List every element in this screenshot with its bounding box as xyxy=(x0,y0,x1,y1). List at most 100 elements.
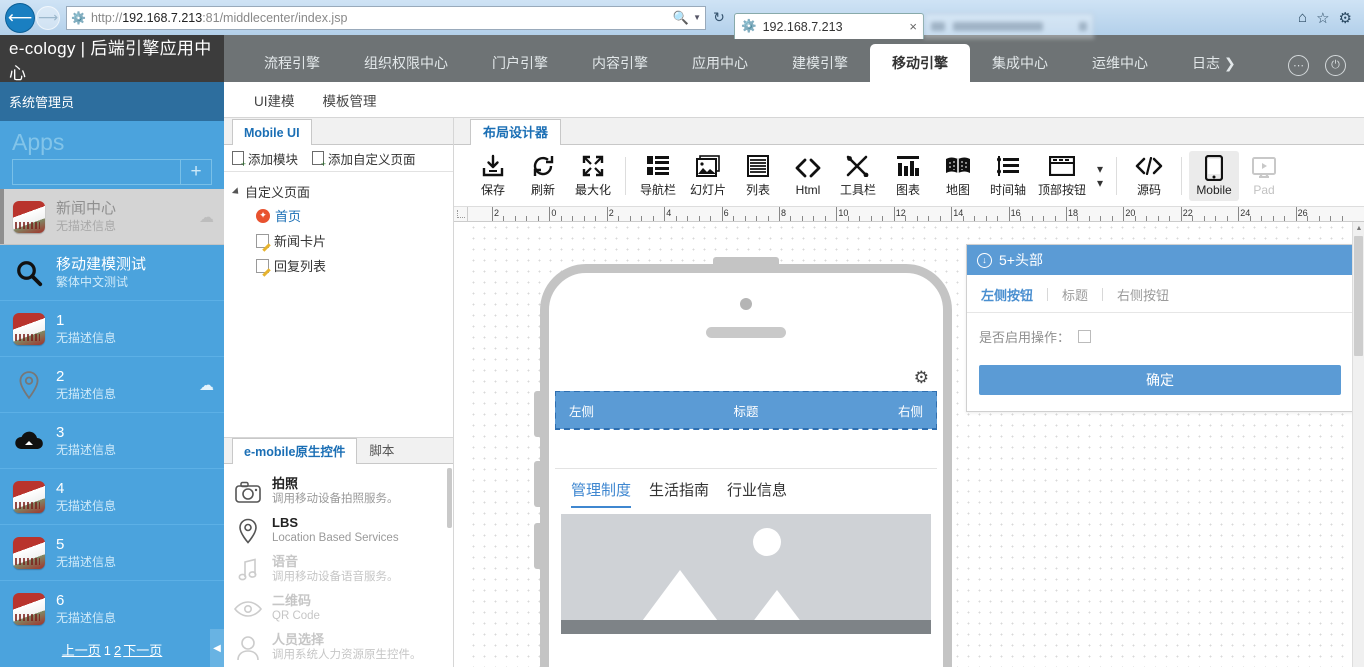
preview-tab-management[interactable]: 管理制度 xyxy=(571,479,632,508)
tab-title[interactable]: 标题 xyxy=(1048,285,1102,304)
device-mobile-button[interactable]: Mobile xyxy=(1189,150,1239,201)
star-icon[interactable]: ☆ xyxy=(1316,9,1329,27)
top-button-widget-button[interactable]: 顶部按钮 xyxy=(1033,149,1091,202)
add-module-button[interactable]: 添加模块 xyxy=(232,149,298,169)
tree-root-node[interactable]: 自定义页面 xyxy=(231,180,453,203)
list-item[interactable]: 1 无描述信息 xyxy=(0,301,224,357)
home-icon[interactable]: ⌂ xyxy=(1298,9,1307,26)
tab-mobile-ui[interactable]: Mobile UI xyxy=(232,119,312,145)
scroll-up-arrow[interactable]: ▲ xyxy=(1353,222,1364,234)
enable-operation-checkbox[interactable] xyxy=(1078,330,1092,343)
widget-camera[interactable]: 拍照 调用移动设备拍照服务。 xyxy=(224,472,453,511)
chevron-double-down-icon[interactable]: ▾ ▾ xyxy=(1091,162,1109,190)
list-item[interactable]: 2 无描述信息 ☁ xyxy=(0,357,224,413)
chevron-right-icon[interactable]: ❯ xyxy=(1224,44,1236,82)
design-canvas[interactable]: ⚙ 左侧 标题 右侧 管理制度 生活指南 行业信息 ↓ 5+头部 左侧按钮 标题… xyxy=(468,222,1364,667)
tab-script[interactable]: 脚本 xyxy=(357,437,406,463)
confirm-button[interactable]: 确定 xyxy=(979,365,1341,395)
subnav-tab-template-mgmt[interactable]: 模板管理 xyxy=(309,90,391,110)
browser-tab-active[interactable]: ⚙️ 192.168.7.213 × xyxy=(734,13,924,39)
widget-list-scrollbar[interactable] xyxy=(446,464,453,667)
forward-arrow-icon[interactable]: ⟶ xyxy=(36,5,60,30)
nav-tab-jicheng[interactable]: 集成中心 xyxy=(970,44,1070,82)
widget-lbs[interactable]: LBS Location Based Services xyxy=(224,511,453,550)
preview-tab-life-guide[interactable]: 生活指南 xyxy=(649,479,709,508)
chart-widget-button[interactable]: 图表 xyxy=(883,149,933,202)
caret-down-icon[interactable] xyxy=(231,186,242,197)
cloud-upload-icon[interactable]: ☁ xyxy=(199,208,214,226)
add-app-button[interactable]: + xyxy=(180,159,212,185)
nav-tab-neirong[interactable]: 内容引擎 xyxy=(570,44,670,82)
cloud-upload-icon[interactable]: ☁ xyxy=(199,376,214,394)
nav-tab-rizhi[interactable]: 日志 xyxy=(1170,44,1224,82)
tab-favicon-placeholder xyxy=(931,22,945,31)
nav-tab-yunwei[interactable]: 运维中心 xyxy=(1070,44,1170,82)
next-page-link[interactable]: 下一页 xyxy=(123,643,162,658)
browser-tab-inactive[interactable] xyxy=(924,13,1094,39)
nav-tab-jianmo[interactable]: 建模引擎 xyxy=(770,44,870,82)
list-item[interactable]: 3 无描述信息 xyxy=(0,413,224,469)
add-custom-page-button[interactable]: 添加自定义页面 xyxy=(312,149,416,169)
tab-left-button[interactable]: 左侧按钮 xyxy=(979,285,1047,304)
nav-tab-yingyong[interactable]: 应用中心 xyxy=(670,44,770,82)
close-icon[interactable]: × xyxy=(909,19,917,34)
toolbar-widget-button[interactable]: 工具栏 xyxy=(833,149,883,202)
refresh-icon[interactable]: ↻ xyxy=(708,9,730,26)
preview-tab-industry-info[interactable]: 行业信息 xyxy=(727,479,787,508)
tab-native-widgets[interactable]: e-mobile原生控件 xyxy=(232,438,358,464)
image-placeholder-icon[interactable] xyxy=(561,514,931,634)
tree-item-news-card[interactable]: 新闻卡片 xyxy=(234,228,453,253)
subnav-tab-ui-modeling[interactable]: UI建模 xyxy=(240,90,309,110)
main-content: 流程引擎 组织权限中心 门户引擎 内容引擎 应用中心 建模引擎 移动引擎 集成中… xyxy=(224,35,1364,667)
page-1[interactable]: 1 xyxy=(104,643,111,658)
add-custom-page-label: 添加自定义页面 xyxy=(328,152,416,167)
back-arrow-icon[interactable]: ⟵ xyxy=(6,3,34,32)
nav-tab-menhu[interactable]: 门户引擎 xyxy=(470,44,570,82)
refresh-button[interactable]: 刷新 xyxy=(518,149,568,202)
tree-item-home[interactable]: ✦ 首页 xyxy=(234,203,453,228)
tab-layout-designer[interactable]: 布局设计器 xyxy=(470,119,562,145)
preview-header-bar[interactable]: 左侧 标题 右侧 xyxy=(555,391,937,430)
preview-empty-block[interactable] xyxy=(555,429,937,469)
maximize-button[interactable]: 最大化 xyxy=(568,149,618,202)
gear-icon[interactable]: ⚙ xyxy=(1339,9,1352,27)
list-item[interactable]: 移动建模测试 繁体中文测试 xyxy=(0,245,224,301)
tree-item-reply-list[interactable]: 回复列表 xyxy=(234,253,453,278)
nav-tab-yidong[interactable]: 移动引擎 xyxy=(870,44,970,82)
phone-speaker xyxy=(706,327,786,338)
html-widget-button[interactable]: Html xyxy=(783,151,833,201)
download-circle-icon[interactable]: ↓ xyxy=(977,252,992,268)
phone-side-button xyxy=(534,523,540,569)
source-code-button[interactable]: 源码 xyxy=(1124,149,1174,202)
nav-tab-liucheng[interactable]: 流程引擎 xyxy=(242,44,342,82)
tab-right-button[interactable]: 右侧按钮 xyxy=(1103,285,1183,304)
gear-icon[interactable]: ⚙ xyxy=(914,368,929,388)
apps-title: Apps xyxy=(12,129,65,155)
chevron-left-icon[interactable]: ◀ xyxy=(210,629,224,667)
properties-body: 是否启用操作： 确定 xyxy=(967,313,1353,411)
power-icon[interactable]: ⏻ xyxy=(1325,55,1346,76)
ellipsis-icon[interactable]: ⋯ xyxy=(1288,55,1309,76)
list-item[interactable]: 6 无描述信息 xyxy=(0,581,224,630)
scroll-thumb[interactable] xyxy=(1354,236,1363,356)
list-item[interactable]: 4 无描述信息 xyxy=(0,469,224,525)
apps-search-row: + xyxy=(12,159,212,185)
timeline-widget-button[interactable]: 时间轴 xyxy=(983,149,1033,202)
header-right-label: 右侧 xyxy=(897,404,923,419)
map-widget-button[interactable]: 地图 xyxy=(933,149,983,202)
address-bar[interactable]: ⚙️ http://192.168.7.213:81/middlecenter/… xyxy=(66,5,706,30)
apps-search-input[interactable] xyxy=(12,159,180,185)
list-item[interactable]: 5 无描述信息 xyxy=(0,525,224,581)
magnifier-icon[interactable]: 🔍 xyxy=(673,10,689,26)
page-2-link[interactable]: 2 xyxy=(114,643,121,658)
chevron-down-icon[interactable]: ▼ xyxy=(693,13,701,22)
canvas-scrollbar[interactable]: ▲ xyxy=(1352,222,1364,667)
slideshow-widget-button[interactable]: 幻灯片 xyxy=(683,149,733,202)
list-widget-button[interactable]: 列表 xyxy=(733,149,783,202)
prev-page-link[interactable]: 上一页 xyxy=(62,643,101,658)
save-button[interactable]: 保存 xyxy=(468,149,518,202)
navbar-widget-button[interactable]: 导航栏 xyxy=(633,149,683,202)
application-window: ⟵ ⟶ ⚙️ http://192.168.7.213:81/middlecen… xyxy=(0,0,1364,667)
list-item[interactable]: 新闻中心 无描述信息 ☁ xyxy=(0,189,224,245)
nav-tab-zuzhi[interactable]: 组织权限中心 xyxy=(342,44,470,82)
